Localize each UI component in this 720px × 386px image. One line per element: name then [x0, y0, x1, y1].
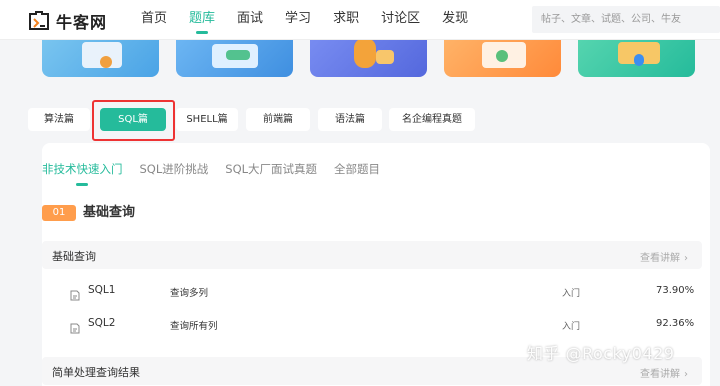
banner-card-4[interactable]: [444, 40, 561, 77]
problem-level: 入门: [562, 289, 581, 299]
view-explanation-label: 查看讲解: [640, 253, 680, 264]
problem-pass-rate: 92.36%: [656, 318, 695, 329]
chevron-right-icon: ›: [684, 253, 688, 264]
group-header: 基础查询 查看讲解 ›: [42, 241, 702, 269]
logo-text: 牛客网: [56, 13, 108, 32]
sub-tabs: 非技术快速入门 SQL进阶挑战 SQL大厂面试真题 全部题目: [42, 161, 397, 186]
problem-code: SQL1: [88, 284, 116, 296]
group-title: 简单处理查询结果: [52, 366, 140, 379]
problem-level: 入门: [562, 322, 581, 332]
problem-panel: 非技术快速入门 SQL进阶挑战 SQL大厂面试真题 全部题目 01 基础查询 基…: [42, 143, 710, 386]
category-frontend[interactable]: 前端篇: [246, 108, 310, 131]
section-title: 基础查询: [83, 205, 136, 220]
banner-card-3[interactable]: [310, 40, 427, 77]
group-header: 简单处理查询结果 查看讲解 ›: [42, 357, 702, 385]
chevron-right-icon: ›: [684, 369, 688, 380]
category-algorithm[interactable]: 算法篇: [28, 108, 90, 131]
view-explanation-link[interactable]: 查看讲解 ›: [640, 249, 688, 264]
banner-card-1[interactable]: [42, 40, 159, 77]
problem-pass-rate: 73.90%: [656, 285, 695, 296]
problem-name: 查询多列: [170, 288, 209, 299]
nav-discussion[interactable]: 讨论区: [381, 0, 420, 40]
logo[interactable]: 牛客网: [28, 9, 107, 33]
main-nav: 首页 题库 面试 学习 求职 讨论区 发现: [141, 0, 490, 40]
problem-name: 查询所有列: [170, 321, 218, 332]
section-number-badge: 01: [42, 205, 76, 221]
nav-learn[interactable]: 学习: [285, 0, 311, 40]
category-company-problems[interactable]: 名企编程真题: [389, 108, 475, 131]
tab-sql-interview[interactable]: SQL大厂面试真题: [225, 161, 317, 177]
problem-code: SQL2: [88, 317, 116, 329]
banner-card-5[interactable]: [578, 40, 695, 77]
nav-interview[interactable]: 面试: [237, 0, 263, 40]
document-icon: [70, 319, 80, 334]
tab-sql-advanced[interactable]: SQL进阶挑战: [140, 161, 209, 177]
banner-card-2[interactable]: [176, 40, 293, 77]
banner-row: [0, 40, 720, 96]
category-tabs: 算法篇 SQL篇 SHELL篇 前端篇 语法篇 名企编程真题: [0, 104, 720, 136]
search-input[interactable]: [532, 6, 720, 33]
problem-row[interactable]: SQL2 查询所有列 入门 92.36%: [42, 309, 702, 339]
category-shell[interactable]: SHELL篇: [176, 108, 238, 131]
tab-non-tech-intro[interactable]: 非技术快速入门: [42, 161, 123, 186]
top-navbar: 牛客网 首页 题库 面试 学习 求职 讨论区 发现: [0, 0, 720, 40]
nav-question-bank[interactable]: 题库: [189, 0, 215, 40]
group-title: 基础查询: [52, 250, 96, 263]
nav-jobs[interactable]: 求职: [333, 0, 359, 40]
view-explanation-label: 查看讲解: [640, 369, 680, 380]
category-sql[interactable]: SQL篇: [100, 108, 166, 131]
nav-discover[interactable]: 发现: [442, 0, 468, 40]
document-icon: [70, 286, 80, 301]
view-explanation-link[interactable]: 查看讲解 ›: [640, 365, 688, 380]
nav-home[interactable]: 首页: [141, 0, 167, 40]
nowcoder-logo-icon: [28, 11, 50, 31]
category-syntax[interactable]: 语法篇: [318, 108, 382, 131]
tab-all-problems[interactable]: 全部题目: [334, 161, 380, 177]
problem-row[interactable]: SQL1 查询多列 入门 73.90%: [42, 276, 702, 306]
